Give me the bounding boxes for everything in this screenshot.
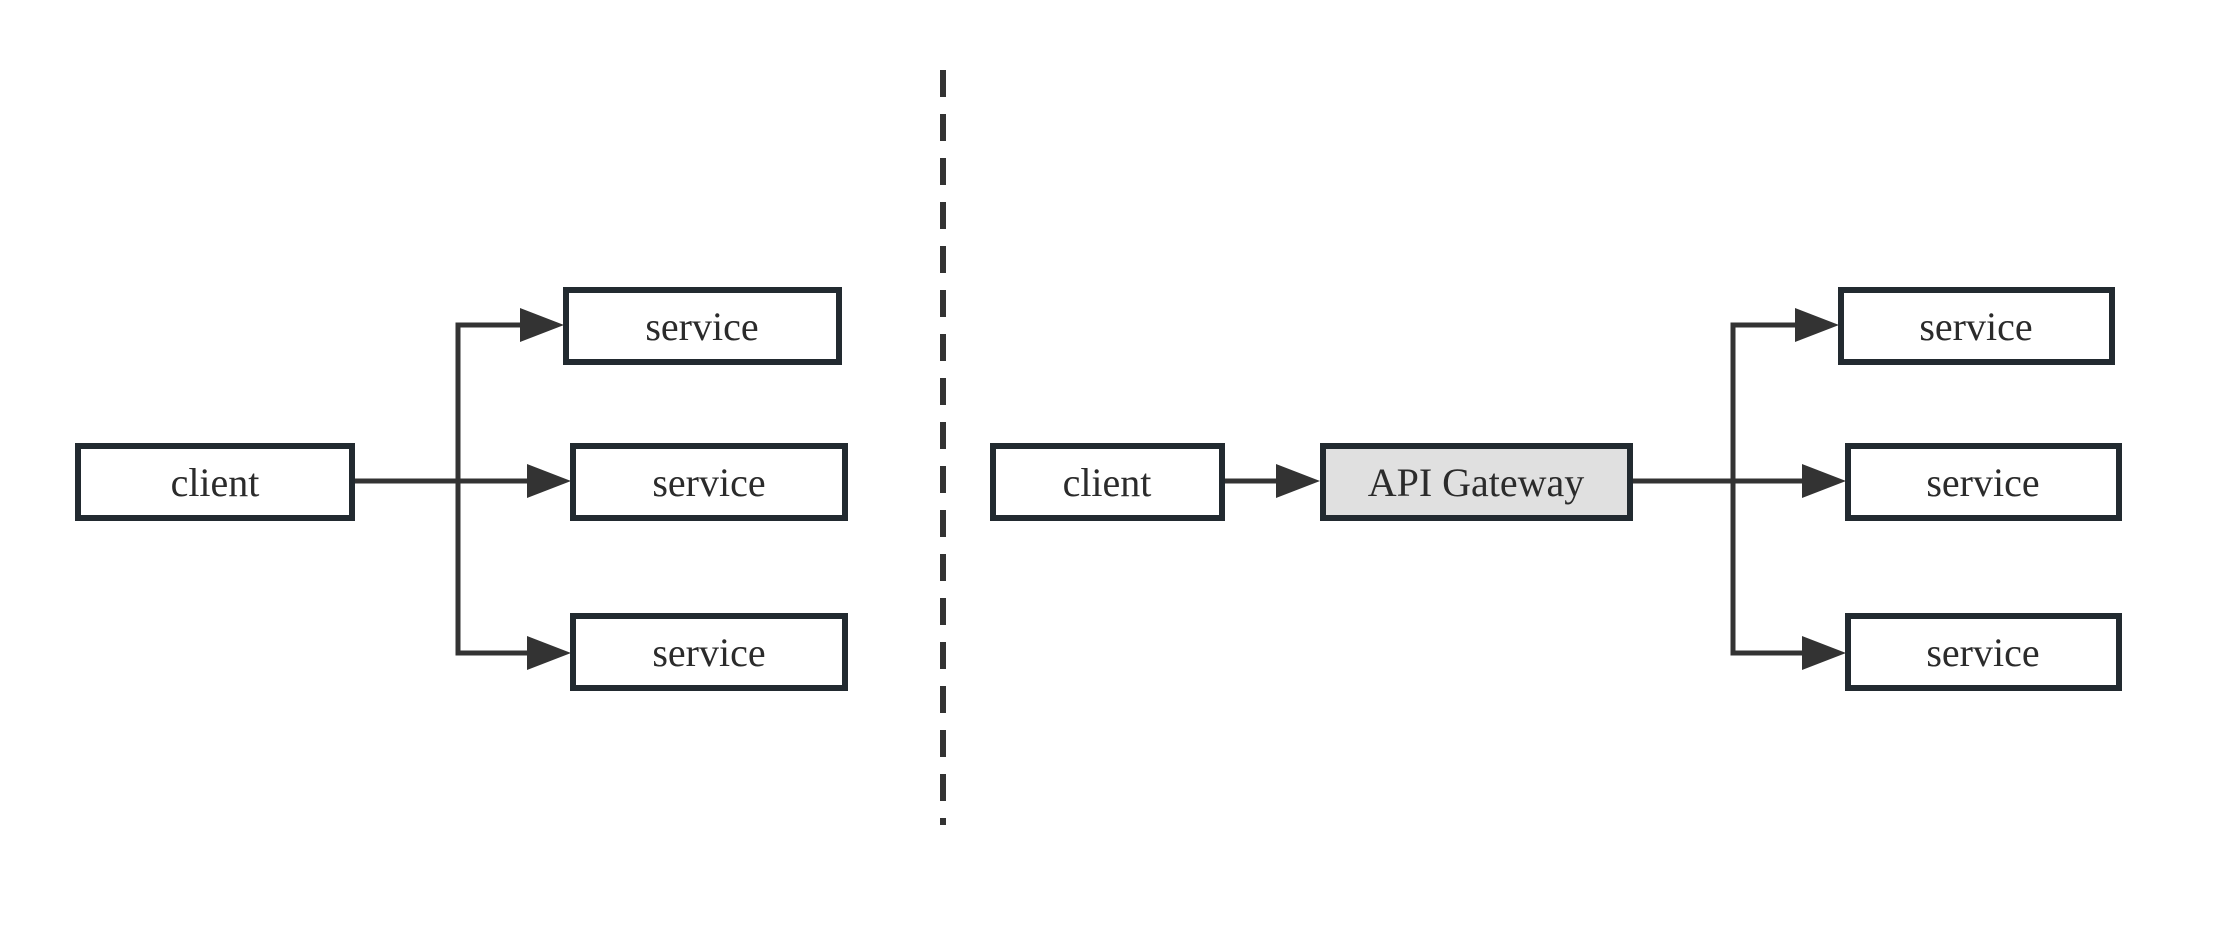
arrowhead-right-service-1 <box>1795 308 1839 342</box>
right-service-node-1[interactable]: service <box>1838 287 2115 365</box>
left-service-node-1[interactable]: service <box>563 287 842 365</box>
right-service-node-2[interactable]: service <box>1845 443 2122 521</box>
right-client-node[interactable]: client <box>990 443 1225 521</box>
arrowhead-left-service-1 <box>520 308 564 342</box>
right-client-label: client <box>1063 460 1152 505</box>
api-gateway-label: API Gateway <box>1368 460 1585 505</box>
right-service-label-3: service <box>1926 630 2039 675</box>
right-service-label-1: service <box>1919 304 2032 349</box>
edge-left-client-to-service-3 <box>455 481 527 656</box>
arrowhead-left-service-2 <box>527 464 571 498</box>
edge-right-gateway-to-service-1 <box>1633 322 1795 484</box>
arrowhead-right-service-2 <box>1802 464 1846 498</box>
left-service-label-3: service <box>652 630 765 675</box>
arrowhead-right-gateway <box>1276 464 1320 498</box>
left-client-label: client <box>171 460 260 505</box>
arrowhead-right-service-3 <box>1802 636 1846 670</box>
left-client-node[interactable]: client <box>75 443 355 521</box>
right-service-node-3[interactable]: service <box>1845 613 2122 691</box>
arrowhead-left-service-3 <box>527 636 571 670</box>
right-service-label-2: service <box>1926 460 2039 505</box>
left-service-node-3[interactable]: service <box>570 613 848 691</box>
left-edges <box>355 322 527 656</box>
api-gateway-node[interactable]: API Gateway <box>1320 443 1633 521</box>
left-service-label-1: service <box>645 304 758 349</box>
diagram-canvas: client service service service client AP… <box>75 70 2122 825</box>
edge-right-gateway-to-service-3 <box>1730 481 1802 656</box>
left-service-label-2: service <box>652 460 765 505</box>
left-service-node-2[interactable]: service <box>570 443 848 521</box>
edge-left-client-to-service-1 <box>355 322 520 484</box>
